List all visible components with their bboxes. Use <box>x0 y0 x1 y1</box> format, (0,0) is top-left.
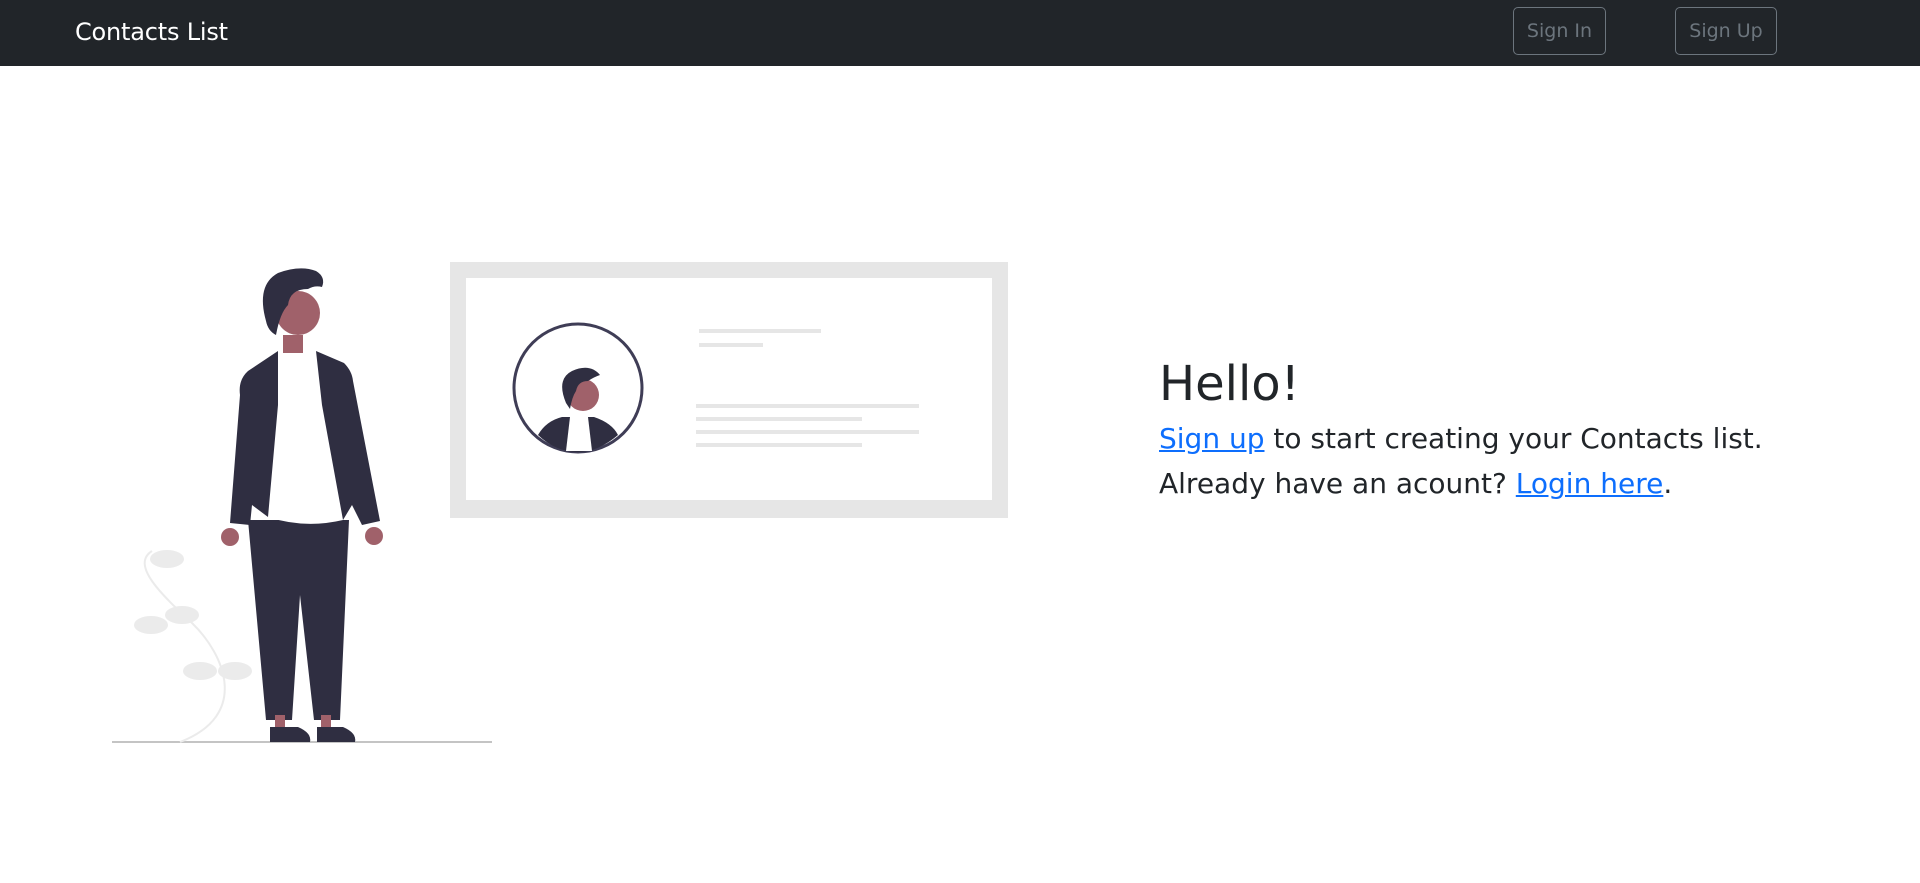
sign-up-line: Sign up to start creating your Contacts … <box>1159 416 1899 461</box>
hero-title: Hello! <box>1159 356 1300 412</box>
person-with-profile-card-illustration <box>112 262 1008 743</box>
login-line-suffix: . <box>1663 467 1673 500</box>
hero-section: Hello! Sign up to start creating your Co… <box>1159 352 1899 506</box>
sign-in-button[interactable]: Sign In <box>1513 7 1606 55</box>
brand-link[interactable]: Contacts List <box>75 15 228 49</box>
top-navbar: Contacts List Sign In Sign Up <box>0 0 1920 66</box>
sign-up-button[interactable]: Sign Up <box>1675 7 1777 55</box>
avatar-icon <box>512 322 644 454</box>
login-line: Already have an acount? Login here. <box>1159 461 1899 506</box>
plant-icon <box>134 550 252 743</box>
sign-up-link[interactable]: Sign up <box>1159 422 1265 455</box>
profile-card <box>450 262 1008 518</box>
login-link[interactable]: Login here <box>1516 467 1664 500</box>
login-line-text: Already have an acount? <box>1159 467 1516 500</box>
sign-up-line-text: to start creating your Contacts list. <box>1264 422 1763 455</box>
